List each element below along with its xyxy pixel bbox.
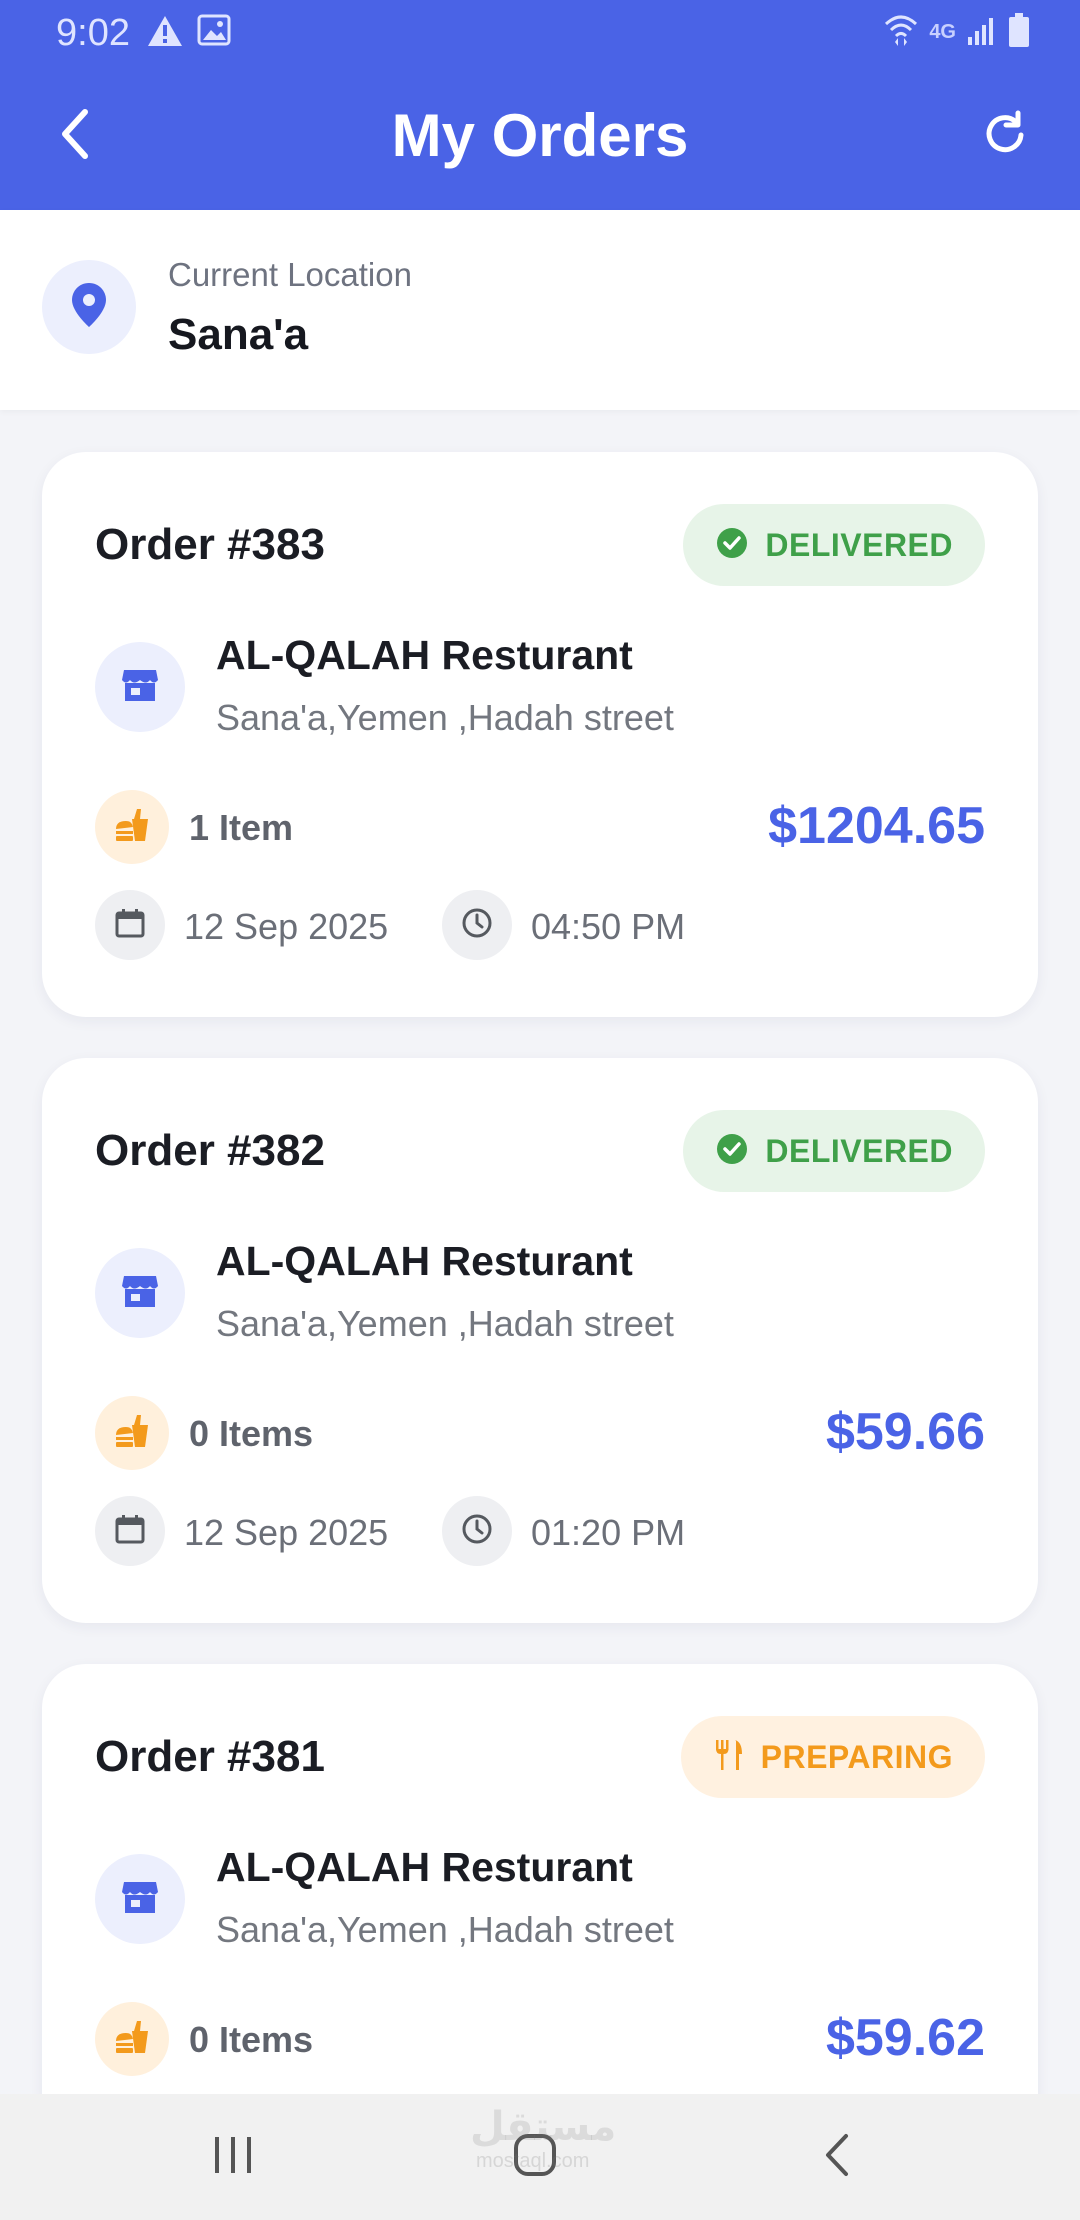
- status-badge: DELIVERED: [683, 1110, 985, 1192]
- wifi-icon: [883, 12, 919, 53]
- restaurant-name: AL-QALAH Resturant: [216, 632, 633, 678]
- status-badge: DELIVERED: [683, 504, 985, 586]
- store-icon-circle: [95, 1854, 185, 1944]
- recent-apps-icon: [211, 2135, 255, 2180]
- status-text: PREPARING: [760, 1738, 953, 1775]
- date-icon-circle: [95, 890, 165, 960]
- time-icon-circle: [442, 890, 512, 960]
- order-date: 12 Sep 2025: [184, 1512, 389, 1553]
- order-date: 12 Sep 2025: [184, 906, 389, 947]
- order-price: $59.66: [825, 1403, 985, 1461]
- status-time: 9:02: [56, 12, 130, 54]
- order-number: Order #381: [95, 1732, 325, 1781]
- refresh-button[interactable]: [970, 100, 1040, 172]
- calendar-icon: [114, 1513, 146, 1550]
- check-circle-icon: [715, 1132, 749, 1171]
- restaurant-name: AL-QALAH Resturant: [216, 1844, 633, 1890]
- battery-icon: [1008, 13, 1030, 52]
- order-card[interactable]: Order #383 DELIVERED AL-QALAH Resturant …: [42, 452, 1038, 1017]
- status-icons: 4G: [883, 12, 1030, 53]
- recent-apps-button[interactable]: [193, 2119, 273, 2195]
- time-icon-circle: [442, 1496, 512, 1566]
- order-number: Order #383: [95, 520, 325, 569]
- refresh-icon: [980, 109, 1030, 164]
- store-icon: [120, 1879, 160, 1920]
- status-text: DELIVERED: [765, 526, 953, 563]
- restaurant-address: Sana'a,Yemen ,Hadah street: [216, 697, 674, 738]
- calendar-icon: [114, 907, 146, 944]
- map-pin-icon: [69, 281, 109, 334]
- store-icon: [120, 667, 160, 708]
- fastfood-icon: [112, 1411, 152, 1456]
- page-title: My Orders: [391, 102, 689, 169]
- order-card[interactable]: Order #382 DELIVERED AL-QALAH Resturant …: [42, 1058, 1038, 1623]
- status-badge: PREPARING: [680, 1716, 985, 1798]
- location-icon-circle: [42, 260, 136, 354]
- restaurant-address: Sana'a,Yemen ,Hadah street: [216, 1909, 674, 1950]
- clock-icon: [461, 907, 493, 944]
- watermark: مستقل: [470, 2105, 617, 2149]
- order-time: 01:20 PM: [531, 1512, 686, 1553]
- store-icon-circle: [95, 1248, 185, 1338]
- item-count: 1 Item: [189, 807, 294, 848]
- store-icon: [120, 1273, 160, 1314]
- date-icon-circle: [95, 1496, 165, 1566]
- food-icon-circle: [95, 1396, 169, 1470]
- current-location-bar[interactable]: Current Location Sana'a: [0, 210, 1080, 410]
- order-number: Order #382: [95, 1126, 325, 1175]
- order-price: $59.62: [825, 2009, 985, 2067]
- warning-icon: [146, 14, 184, 53]
- item-count: 0 Items: [189, 1413, 314, 1454]
- restaurant-name: AL-QALAH Resturant: [216, 1238, 633, 1284]
- restaurant-address: Sana'a,Yemen ,Hadah street: [216, 1303, 674, 1344]
- store-icon-circle: [95, 642, 185, 732]
- fastfood-icon: [112, 805, 152, 850]
- order-price: $1204.65: [768, 797, 985, 855]
- check-circle-icon: [715, 526, 749, 565]
- status-text: DELIVERED: [765, 1132, 953, 1169]
- orders-screen: 9:02 4G My Orders Current Location Sana'…: [0, 0, 1080, 2220]
- chevron-left-icon: [822, 2132, 852, 2183]
- clock-icon: [461, 1513, 493, 1550]
- utensils-icon: [713, 1738, 745, 1777]
- location-label: Current Location: [168, 256, 412, 293]
- fastfood-icon: [112, 2017, 152, 2062]
- app-header: 9:02 4G My Orders: [0, 0, 1080, 210]
- signal-icon: [966, 15, 998, 50]
- order-time: 04:50 PM: [531, 906, 686, 947]
- network-type: 4G: [929, 21, 956, 43]
- food-icon-circle: [95, 790, 169, 864]
- food-icon-circle: [95, 2002, 169, 2076]
- item-count: 0 Items: [189, 2019, 314, 2060]
- system-back-button[interactable]: [797, 2119, 877, 2195]
- location-value: Sana'a: [168, 310, 309, 359]
- image-notification-icon: [197, 14, 231, 51]
- watermark-sub: mostaql.com: [476, 2150, 590, 2172]
